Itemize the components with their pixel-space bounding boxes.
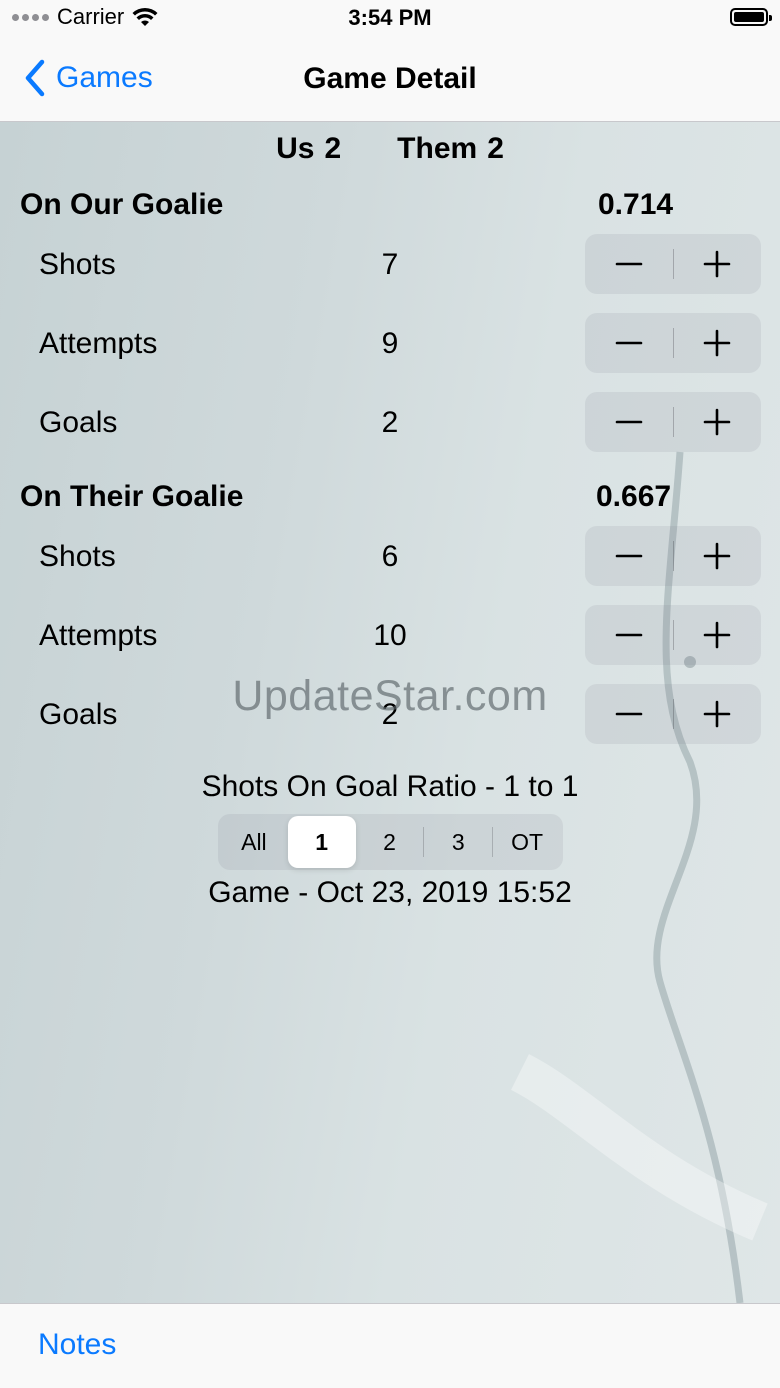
back-button[interactable]: Games — [22, 58, 153, 98]
their-goals-stepper — [585, 684, 761, 744]
plus-icon — [703, 700, 731, 728]
our-goals-stepper — [585, 392, 761, 452]
game-detail-content: Us 2 Them 2 On Our Goalie 0.714 Shots 7 At… — [0, 122, 780, 1303]
their-attempts-increment-button[interactable] — [674, 605, 762, 665]
our-attempts-label: Attempts — [39, 327, 158, 360]
segment-period-3[interactable]: 3 — [424, 816, 492, 868]
our-attempts-decrement-button[interactable] — [585, 313, 673, 373]
their-goals-label: Goals — [39, 698, 118, 731]
battery-icon — [730, 8, 772, 26]
segment-period-1[interactable]: 1 — [287, 816, 356, 868]
clock: 3:54 PM — [348, 5, 432, 30]
period-segmented-control: All 1 2 3 OT — [218, 814, 563, 870]
our-goals-decrement-button[interactable] — [585, 392, 673, 452]
minus-icon — [615, 554, 643, 558]
segment-period-2[interactable]: 2 — [356, 816, 424, 868]
notes-button[interactable]: Notes — [38, 1328, 116, 1362]
their-goals-increment-button[interactable] — [674, 684, 762, 744]
bottom-toolbar: Notes — [0, 1303, 780, 1388]
our-shots-label: Shots — [39, 248, 116, 281]
segment-overtime[interactable]: OT — [493, 816, 561, 868]
them-label: Them — [397, 132, 478, 165]
minus-icon — [615, 633, 643, 637]
our-shots-stepper — [585, 234, 761, 294]
their-shots-value: 6 — [381, 540, 399, 573]
them-score: Them 2 — [397, 132, 504, 166]
plus-icon — [703, 621, 731, 649]
their-shots-stepper — [585, 526, 761, 586]
their-goalie-title: On Their Goalie — [20, 480, 244, 513]
their-attempts-stepper — [585, 605, 761, 665]
our-attempts-stepper — [585, 313, 761, 373]
their-goals-value: 2 — [381, 698, 399, 731]
our-shots-value: 7 — [381, 248, 399, 281]
minus-icon — [615, 712, 643, 716]
us-label: Us — [276, 132, 315, 165]
scoreboard: Us 2 Them 2 — [0, 132, 780, 166]
minus-icon — [615, 420, 643, 424]
shots-on-goal-ratio: Shots On Goal Ratio - 1 to 1 — [201, 770, 579, 803]
their-goalie-save-percentage: 0.667 — [596, 480, 672, 513]
our-goalie-save-percentage: 0.714 — [598, 188, 674, 221]
their-attempts-label: Attempts — [39, 619, 158, 652]
our-goals-label: Goals — [39, 406, 118, 439]
us-value: 2 — [324, 132, 342, 165]
back-button-label: Games — [56, 61, 153, 94]
minus-icon — [615, 341, 643, 345]
us-score: Us 2 — [276, 132, 341, 166]
our-shots-increment-button[interactable] — [674, 234, 762, 294]
plus-icon — [703, 542, 731, 570]
their-attempts-decrement-button[interactable] — [585, 605, 673, 665]
plus-icon — [703, 408, 731, 436]
navigation-bar: Games Game Detail — [0, 40, 780, 122]
chevron-left-icon — [25, 59, 45, 97]
game-date: Game - Oct 23, 2019 15:52 — [208, 876, 572, 909]
their-attempts-value: 10 — [373, 619, 407, 652]
minus-icon — [615, 262, 643, 266]
our-goals-increment-button[interactable] — [674, 392, 762, 452]
our-shots-decrement-button[interactable] — [585, 234, 673, 294]
segment-all[interactable]: All — [220, 816, 288, 868]
their-shots-label: Shots — [39, 540, 116, 573]
our-attempts-value: 9 — [381, 327, 399, 360]
their-shots-increment-button[interactable] — [674, 526, 762, 586]
plus-icon — [703, 329, 731, 357]
our-goals-value: 2 — [381, 406, 399, 439]
our-goalie-title: On Our Goalie — [20, 188, 224, 221]
their-goals-decrement-button[interactable] — [585, 684, 673, 744]
their-shots-decrement-button[interactable] — [585, 526, 673, 586]
plus-icon — [703, 250, 731, 278]
our-attempts-increment-button[interactable] — [674, 313, 762, 373]
status-bar: Carrier 3:54 PM — [0, 0, 780, 40]
them-value: 2 — [487, 132, 504, 165]
